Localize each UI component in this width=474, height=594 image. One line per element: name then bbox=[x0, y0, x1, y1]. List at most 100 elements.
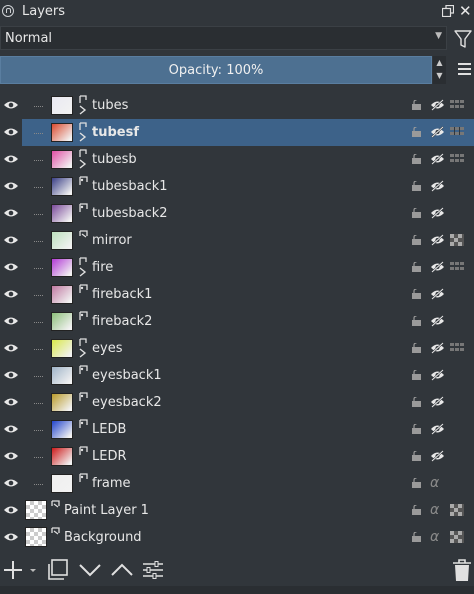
passthrough-icon[interactable] bbox=[430, 288, 445, 300]
lock-icon[interactable] bbox=[411, 370, 422, 380]
checker-icon[interactable] bbox=[450, 234, 464, 246]
checker-icon[interactable] bbox=[450, 531, 464, 543]
layer-thumbnail bbox=[51, 474, 73, 493]
layer-row[interactable]: Background α bbox=[0, 524, 474, 551]
lock-icon[interactable] bbox=[411, 505, 422, 515]
layer-row[interactable]: tubes bbox=[0, 92, 474, 119]
passthrough-icon[interactable] bbox=[430, 180, 445, 192]
layer-row[interactable]: eyesback2 bbox=[0, 389, 474, 416]
alpha-inherit-icon[interactable]: α bbox=[430, 476, 445, 490]
layer-row[interactable]: Paint Layer 1 α bbox=[0, 497, 474, 524]
layer-row[interactable]: frame α bbox=[0, 470, 474, 497]
passthrough-icon[interactable] bbox=[430, 423, 445, 435]
visibility-eye-icon[interactable] bbox=[3, 289, 19, 299]
layer-row[interactable]: tubesb bbox=[0, 146, 474, 173]
visibility-eye-icon[interactable] bbox=[3, 208, 19, 218]
visibility-eye-icon[interactable] bbox=[3, 451, 19, 461]
lock-icon[interactable] bbox=[411, 127, 422, 137]
hamburger-menu-icon[interactable] bbox=[458, 63, 471, 75]
lock-icon[interactable] bbox=[411, 181, 422, 191]
lock-icon[interactable] bbox=[411, 478, 422, 488]
visibility-eye-icon[interactable] bbox=[3, 505, 19, 515]
layer-row[interactable]: tubesback2 bbox=[0, 200, 474, 227]
layer-row[interactable]: eyesback1 bbox=[0, 362, 474, 389]
lock-icon[interactable] bbox=[411, 451, 422, 461]
passthrough-icon[interactable] bbox=[430, 261, 445, 273]
spin-down-icon[interactable]: ▼ bbox=[433, 69, 446, 82]
float-window-icon[interactable] bbox=[442, 5, 454, 17]
grid-mask-icon[interactable] bbox=[450, 342, 464, 354]
grid-mask-icon[interactable] bbox=[450, 153, 464, 165]
group-layer-icon[interactable] bbox=[78, 338, 90, 358]
layer-row[interactable]: LEDB bbox=[0, 416, 474, 443]
close-icon[interactable]: ✕ bbox=[459, 2, 472, 20]
alpha-inherit-icon[interactable]: α bbox=[430, 530, 445, 544]
chevron-up-icon[interactable] bbox=[110, 558, 134, 582]
lock-icon[interactable] bbox=[411, 532, 422, 542]
lock-icon[interactable] bbox=[411, 235, 422, 245]
passthrough-icon[interactable] bbox=[430, 153, 445, 165]
lock-icon[interactable] bbox=[411, 100, 422, 110]
alpha-inherit-icon[interactable]: α bbox=[430, 503, 445, 517]
scrollbar-track[interactable] bbox=[0, 586, 474, 594]
passthrough-icon[interactable] bbox=[430, 99, 445, 111]
spin-up-icon[interactable]: ▲ bbox=[433, 56, 446, 69]
visibility-eye-icon[interactable] bbox=[3, 370, 19, 380]
passthrough-icon[interactable] bbox=[430, 396, 445, 408]
visibility-eye-icon[interactable] bbox=[3, 262, 19, 272]
grid-mask-icon[interactable] bbox=[450, 261, 464, 273]
lock-icon[interactable] bbox=[411, 343, 422, 353]
filter-icon[interactable] bbox=[454, 29, 472, 49]
lock-icon[interactable] bbox=[411, 316, 422, 326]
group-layer-icon[interactable] bbox=[78, 149, 90, 169]
passthrough-icon[interactable] bbox=[430, 342, 445, 354]
visibility-eye-icon[interactable] bbox=[3, 127, 19, 137]
passthrough-icon[interactable] bbox=[430, 207, 445, 219]
passthrough-icon[interactable] bbox=[430, 369, 445, 381]
layer-row[interactable]: tubesf bbox=[0, 119, 474, 146]
chevron-down-icon[interactable] bbox=[78, 558, 102, 582]
visibility-eye-icon[interactable] bbox=[3, 316, 19, 326]
passthrough-icon[interactable] bbox=[430, 126, 445, 138]
grid-mask-icon[interactable] bbox=[450, 99, 464, 111]
layer-row[interactable]: mirror bbox=[0, 227, 474, 254]
lock-icon[interactable] bbox=[411, 424, 422, 434]
visibility-eye-icon[interactable] bbox=[3, 235, 19, 245]
lock-icon[interactable] bbox=[411, 397, 422, 407]
lock-icon[interactable] bbox=[411, 154, 422, 164]
duplicate-layer-icon[interactable] bbox=[46, 558, 70, 582]
lock-icon[interactable] bbox=[411, 262, 422, 272]
visibility-eye-icon[interactable] bbox=[3, 181, 19, 191]
group-layer-icon[interactable] bbox=[78, 257, 90, 277]
trash-icon[interactable] bbox=[452, 558, 472, 582]
layer-row[interactable]: LEDR bbox=[0, 443, 474, 470]
layer-row[interactable]: fireback2 bbox=[0, 308, 474, 335]
visibility-eye-icon[interactable] bbox=[3, 397, 19, 407]
passthrough-icon[interactable] bbox=[430, 234, 445, 246]
group-layer-icon[interactable] bbox=[78, 122, 90, 142]
opacity-spinbox[interactable]: ▲ ▼ bbox=[433, 56, 446, 84]
checker-icon[interactable] bbox=[450, 504, 464, 516]
opacity-slider[interactable]: Opacity: 100% bbox=[0, 56, 432, 84]
properties-sliders-icon[interactable] bbox=[141, 558, 165, 582]
clone-layer-icon bbox=[79, 419, 88, 428]
layer-row[interactable]: eyes bbox=[0, 335, 474, 362]
visibility-eye-icon[interactable] bbox=[3, 532, 19, 542]
group-layer-icon[interactable] bbox=[78, 95, 90, 115]
visibility-eye-icon[interactable] bbox=[3, 424, 19, 434]
visibility-eye-icon[interactable] bbox=[3, 343, 19, 353]
passthrough-icon[interactable] bbox=[430, 315, 445, 327]
layer-row[interactable]: fireback1 bbox=[0, 281, 474, 308]
blend-mode-select[interactable]: Normal ▼ bbox=[0, 26, 447, 50]
lock-icon[interactable] bbox=[411, 289, 422, 299]
visibility-eye-icon[interactable] bbox=[3, 100, 19, 110]
grid-mask-icon[interactable] bbox=[450, 126, 464, 138]
layer-row[interactable]: tubesback1 bbox=[0, 173, 474, 200]
passthrough-icon[interactable] bbox=[430, 450, 445, 462]
layer-list: tubes tubesf tubesb tubesback1 tubesback2 mir… bbox=[0, 88, 474, 552]
visibility-eye-icon[interactable] bbox=[3, 154, 19, 164]
lock-icon[interactable] bbox=[411, 208, 422, 218]
visibility-eye-icon[interactable] bbox=[3, 478, 19, 488]
add-layer-icon[interactable] bbox=[4, 558, 38, 582]
layer-row[interactable]: fire bbox=[0, 254, 474, 281]
